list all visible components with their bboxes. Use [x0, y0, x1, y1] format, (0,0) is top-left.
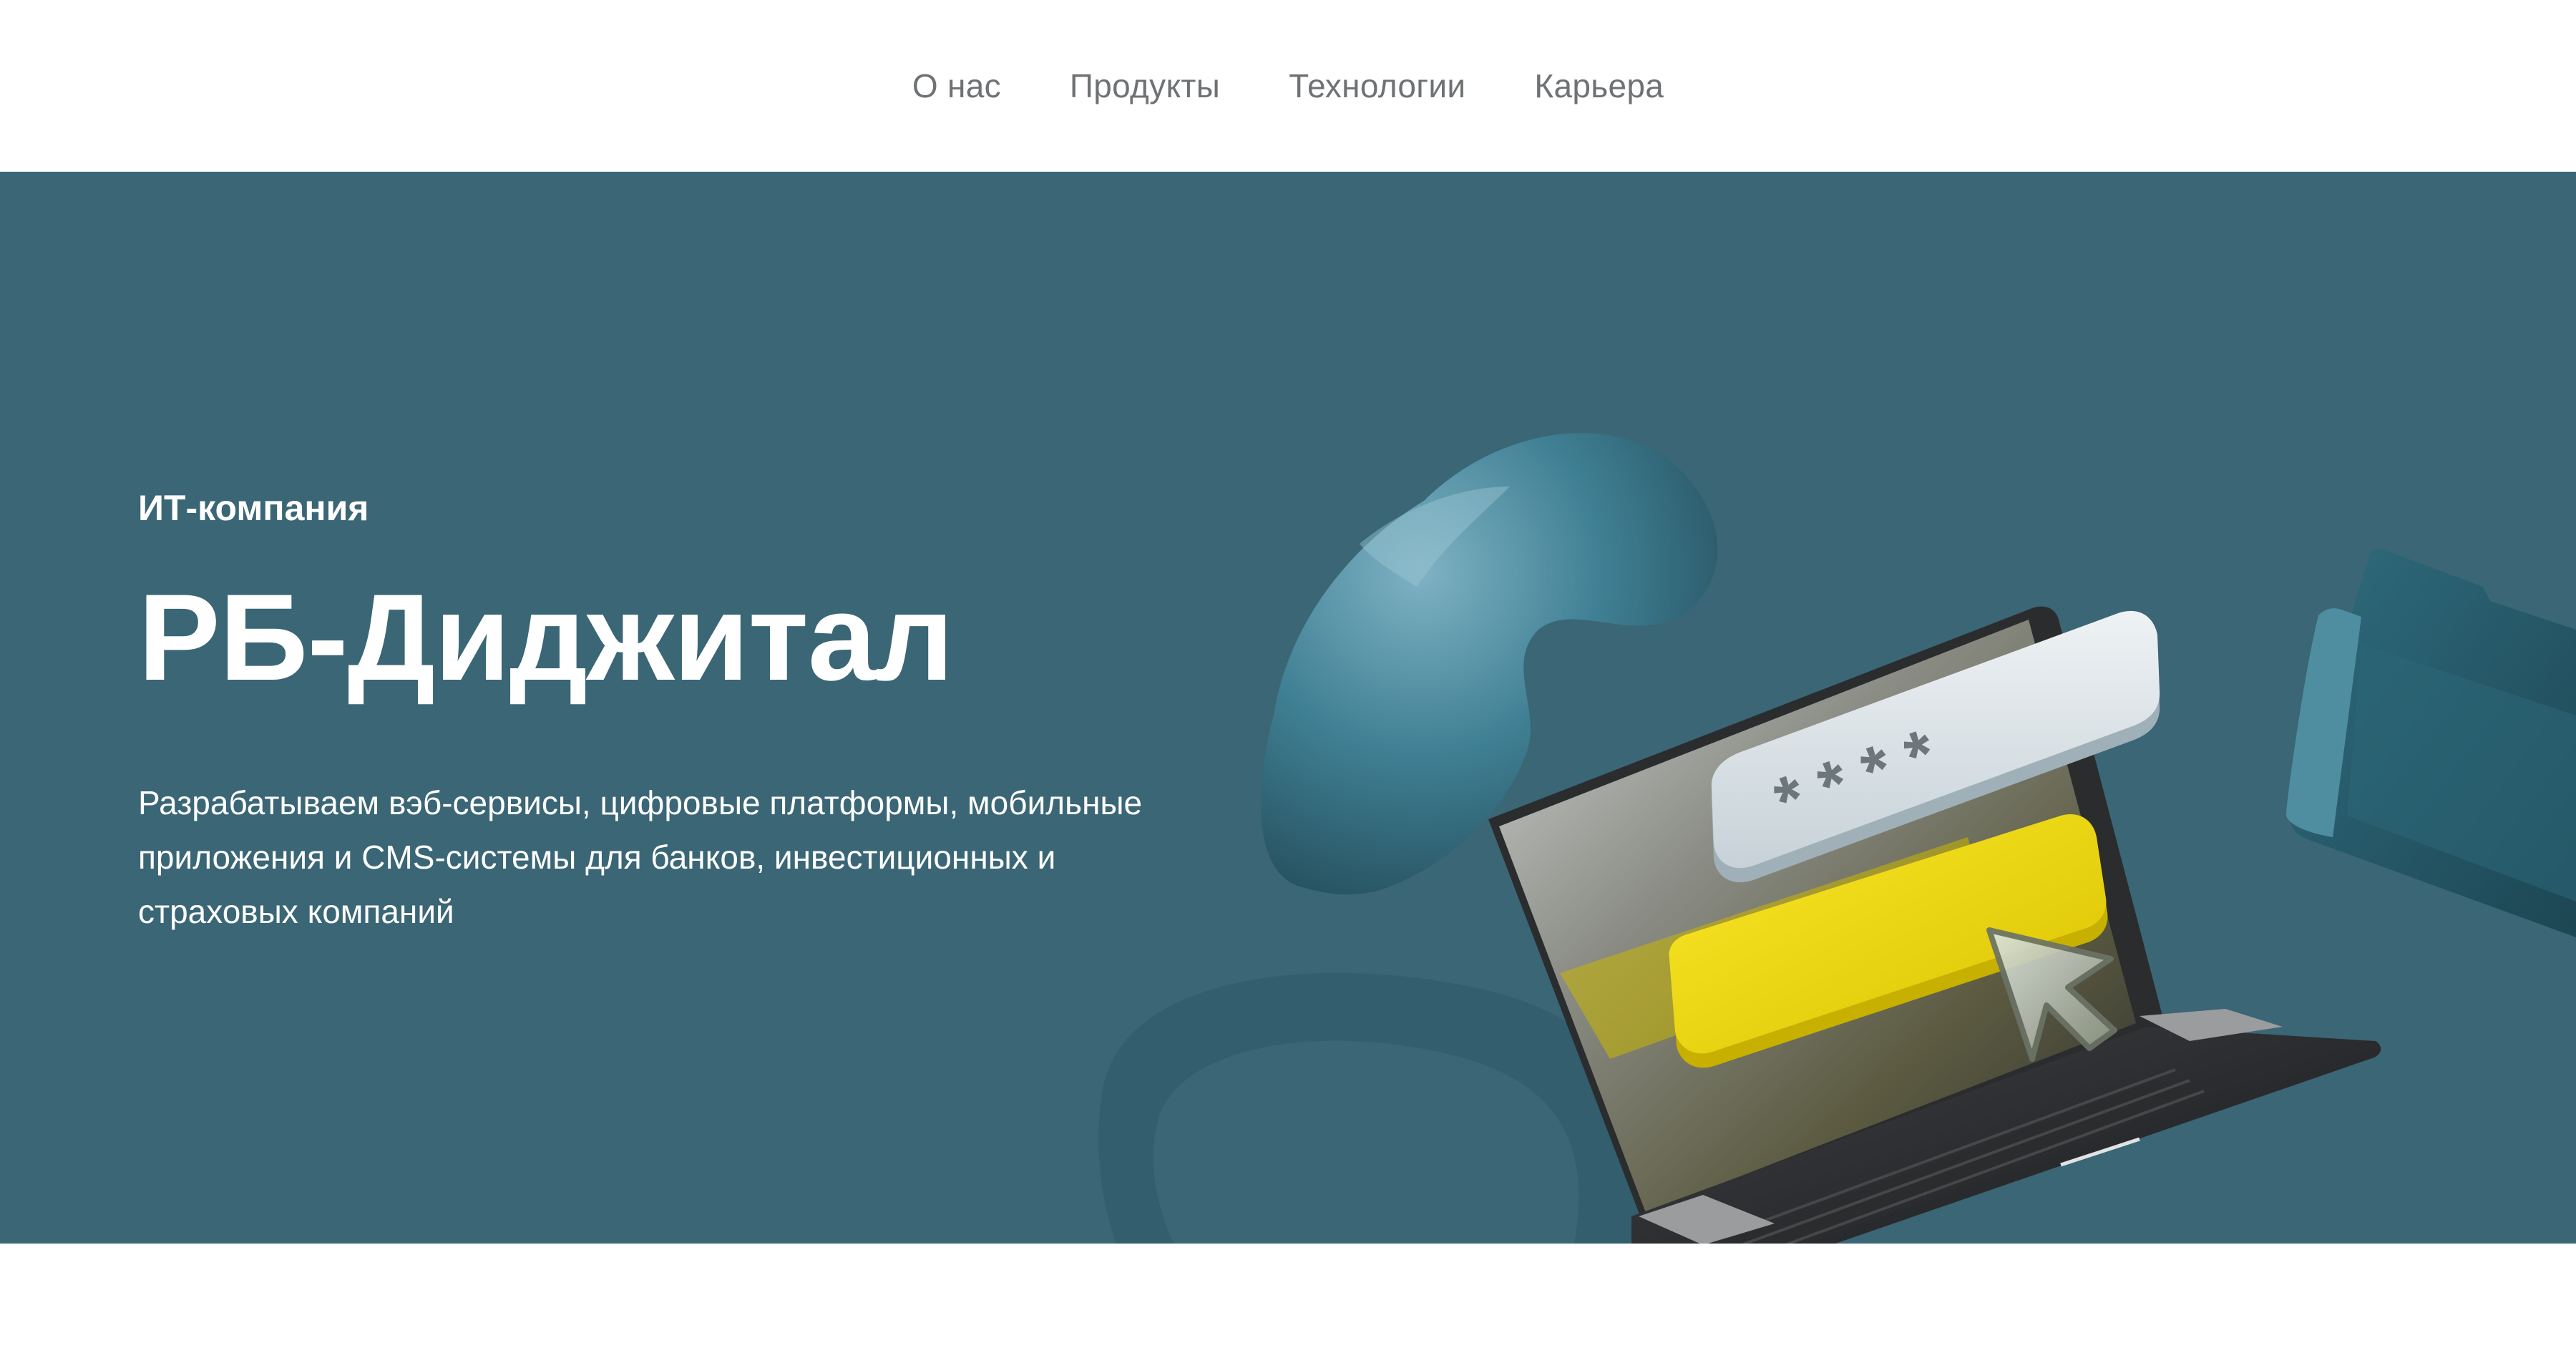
nav-link-products[interactable]: Продукты: [1070, 67, 1220, 105]
nav-link-technologies[interactable]: Технологии: [1289, 67, 1465, 105]
hero-section: * * * * ИТ-компания РБ-Диджитал Разрабат…: [0, 172, 2576, 1244]
page: О нас Продукты Технологии Карьера * * * …: [0, 0, 2576, 1348]
hero-title: РБ-Диджитал: [138, 569, 954, 706]
nav-link-careers[interactable]: Карьера: [1534, 67, 1664, 105]
folder-decoration: [2286, 549, 2576, 937]
hero-text-block: ИТ-компания РБ-Диджитал Разрабатываем вэ…: [138, 487, 1211, 939]
main-menu: О нас Продукты Технологии Карьера: [0, 0, 2576, 172]
top-navigation: О нас Продукты Технологии Карьера: [0, 0, 2576, 172]
hero-description: Разрабатываем вэб-сервисы, цифровые плат…: [138, 784, 1143, 930]
nav-link-about[interactable]: О нас: [912, 67, 1001, 105]
below-hero-area: [0, 1244, 2576, 1348]
hero-eyebrow: ИТ-компания: [138, 488, 369, 528]
